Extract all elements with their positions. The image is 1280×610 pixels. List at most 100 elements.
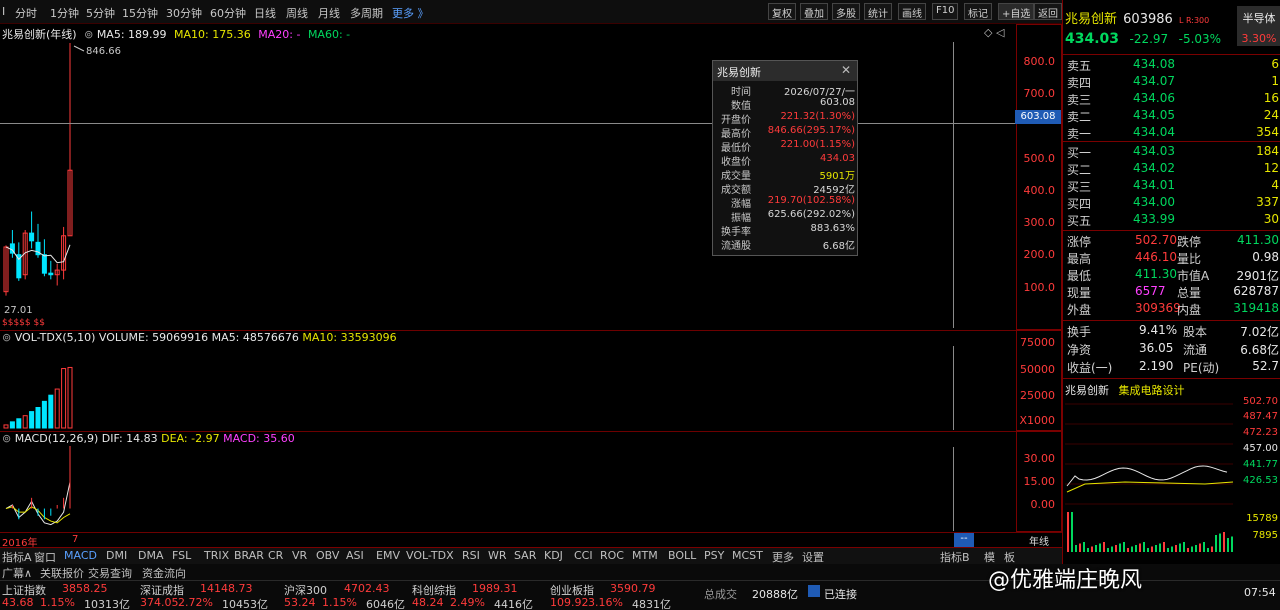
macd-axis-30: 30.00 (1023, 452, 1056, 465)
kline-price-axis: 800.0 700.0 500.0 400.0 300.0 200.0 100.… (1015, 24, 1062, 330)
candle-body (41, 254, 47, 274)
bottom-tab[interactable]: 资金流向 (142, 565, 186, 581)
add-watchlist-button[interactable]: +自选 (998, 3, 1035, 20)
f10-button[interactable]: F10 (932, 3, 959, 20)
industry-pct: 3.30% (1241, 32, 1277, 45)
mini-volume-bar (1147, 548, 1149, 552)
tab-指标a[interactable]: 指标A (2, 549, 32, 565)
tab-rsi[interactable]: RSI (462, 549, 480, 562)
volume-bar (16, 418, 22, 429)
tab-vr[interactable]: VR (292, 549, 307, 562)
axis-300: 300.0 (1023, 216, 1056, 229)
statistics-button[interactable]: 统计 (864, 3, 892, 20)
industry-box[interactable]: 半导体 3.30% (1237, 6, 1280, 46)
bottom-tab[interactable]: 关联报价 (40, 565, 84, 581)
overlay-button[interactable]: 叠加 (800, 3, 828, 20)
popup-row-value: 6.68亿 (822, 241, 855, 252)
timeframe-marker[interactable]: Ⅰ (2, 5, 5, 18)
tab-brar[interactable]: BRAR (234, 549, 264, 562)
tab-dma[interactable]: DMA (138, 549, 164, 562)
tab-wr[interactable]: WR (488, 549, 507, 562)
tab-更多[interactable]: 更多 (772, 549, 794, 565)
mark-button[interactable]: 标记 (964, 3, 992, 20)
ask-row: 卖三 434.06 16 (1065, 91, 1279, 108)
ask-price: 434.08 (1133, 57, 1175, 71)
tab-multi-period[interactable]: 多周期 (350, 5, 383, 21)
tab-1min[interactable]: 1分钟 (50, 5, 79, 21)
popup-row: 最高价 846.66(295.17%) (713, 125, 859, 140)
multi-stock-button[interactable]: 多股 (832, 3, 860, 20)
index-change: 53.24 (284, 596, 316, 609)
tab-dmi[interactable]: DMI (106, 549, 127, 562)
bid-label: 买四 (1067, 197, 1092, 211)
tab-mcst[interactable]: MCST (732, 549, 763, 562)
volume-settings-icon[interactable]: ⊚ (2, 331, 11, 344)
ask-price: 434.06 (1133, 91, 1175, 105)
tab-vol-tdx[interactable]: VOL-TDX (406, 549, 454, 562)
bottom-tab[interactable]: 广幕∧ (2, 565, 32, 581)
tab-15min[interactable]: 15分钟 (122, 5, 158, 21)
tab-mtm[interactable]: MTM (632, 549, 658, 562)
tab-boll[interactable]: BOLL (668, 549, 696, 562)
mini-volume-bar (1155, 545, 1157, 552)
popup-row: 成交量 5901万 (713, 167, 859, 182)
bid-qty: 4 (1271, 178, 1279, 192)
popup-row-value: 221.00(1.15%) (780, 139, 855, 150)
macd-settings-icon[interactable]: ⊚ (2, 432, 11, 445)
bottom-tab[interactable]: 交易查询 (88, 565, 132, 581)
tab-cci[interactable]: CCI (574, 549, 593, 562)
tab-kdj[interactable]: KDJ (544, 549, 563, 562)
tab-right[interactable]: 指标B (940, 549, 970, 565)
bid-label: 买五 (1067, 214, 1092, 228)
popup-row: 时间 2026/07/27/一 (713, 83, 859, 98)
mini-volume-bar (1143, 542, 1145, 552)
tab-fenshi[interactable]: 分时 (15, 5, 37, 21)
mini-volume-bar (1075, 545, 1077, 552)
tab-more[interactable]: 更多 》 (392, 5, 429, 21)
macd-axis-0: 0.00 (1030, 498, 1056, 511)
tab-psy[interactable]: PSY (704, 549, 724, 562)
tab-60min[interactable]: 60分钟 (210, 5, 246, 21)
bid-qty: 337 (1256, 195, 1279, 209)
ask-label: 卖一 (1067, 127, 1092, 141)
ask-price: 434.05 (1133, 108, 1175, 122)
back-button[interactable]: 返回 (1034, 3, 1062, 20)
mini-axis-label: 7895 (1252, 530, 1278, 541)
tab-trix[interactable]: TRIX (204, 549, 229, 562)
stat-value: 319418 (1233, 301, 1279, 315)
tab-30min[interactable]: 30分钟 (166, 5, 202, 21)
tab-设置[interactable]: 设置 (802, 549, 824, 565)
tab-roc[interactable]: ROC (600, 549, 624, 562)
tab-weekly[interactable]: 周线 (286, 5, 308, 21)
popup-row: 换手率 883.63% (713, 223, 859, 238)
close-icon[interactable]: ✕ (841, 63, 851, 77)
tab-obv[interactable]: OBV (316, 549, 339, 562)
tab-5min[interactable]: 5分钟 (86, 5, 115, 21)
popup-row-value: 434.03 (820, 153, 855, 164)
tab-daily[interactable]: 日线 (254, 5, 276, 21)
tab-cr[interactable]: CR (268, 549, 283, 562)
tab-macd[interactable]: MACD (64, 549, 97, 562)
ask-row: 卖五 434.08 6 (1065, 57, 1279, 74)
tab-monthly[interactable]: 月线 (318, 5, 340, 21)
stat-row: 现量 6577 总量 628787 (1065, 284, 1279, 301)
mini-volume-bar (1211, 546, 1213, 552)
restore-right-button[interactable]: 复权 (768, 3, 796, 20)
kline-chart: 846.66 27.01 $$$$$ $$ (2, 43, 121, 328)
stat-row: 最高 446.10 量比 0.98 (1065, 250, 1279, 267)
stat-value: 7.02亿 (1240, 325, 1279, 339)
tab-fsl[interactable]: FSL (172, 549, 191, 562)
stock-code: 603986 (1123, 12, 1173, 27)
popup-row-key: 成交量 (721, 171, 751, 182)
intraday-mini-chart (1065, 403, 1234, 552)
candle-body (48, 272, 54, 276)
stat-value: 0.98 (1252, 250, 1279, 264)
tab-asi[interactable]: ASI (346, 549, 364, 562)
tab-窗口[interactable]: 窗口 (34, 549, 56, 565)
tab-sar[interactable]: SAR (514, 549, 536, 562)
draw-line-button[interactable]: 画线 (898, 3, 926, 20)
index-change: 109.92 (550, 596, 589, 609)
mini-volume-bar (1099, 543, 1101, 552)
quote-header: 兆易创新 603986 L R:300 (1065, 8, 1209, 27)
tab-emv[interactable]: EMV (376, 549, 400, 562)
